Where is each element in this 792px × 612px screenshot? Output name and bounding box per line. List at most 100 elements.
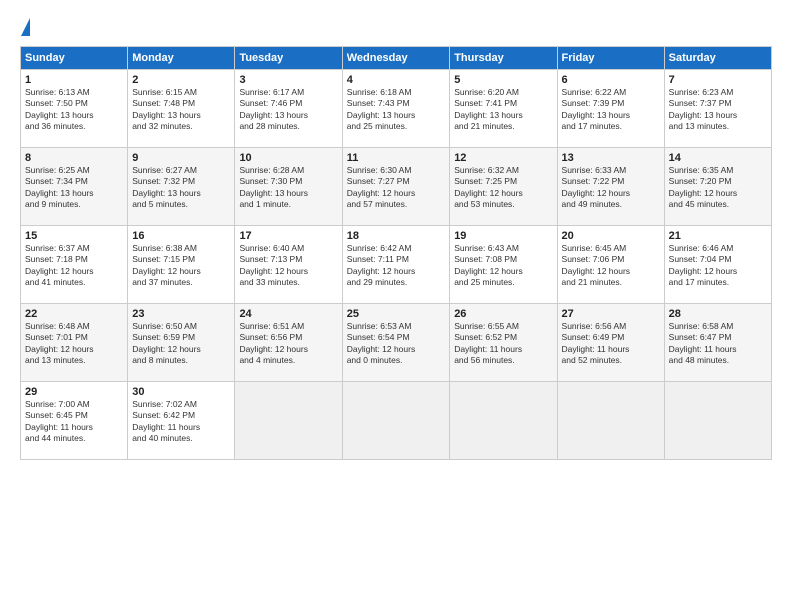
day-info: Sunrise: 6:38 AM Sunset: 7:15 PM Dayligh… [132,243,230,289]
day-info: Sunrise: 6:23 AM Sunset: 7:37 PM Dayligh… [669,87,767,133]
day-number: 18 [347,230,445,242]
day-info: Sunrise: 6:40 AM Sunset: 7:13 PM Dayligh… [239,243,337,289]
table-row: 16Sunrise: 6:38 AM Sunset: 7:15 PM Dayli… [128,226,235,304]
table-row: 26Sunrise: 6:55 AM Sunset: 6:52 PM Dayli… [450,304,557,382]
day-info: Sunrise: 6:33 AM Sunset: 7:22 PM Dayligh… [562,165,660,211]
day-number: 9 [132,152,230,164]
day-info: Sunrise: 6:32 AM Sunset: 7:25 PM Dayligh… [454,165,552,211]
day-number: 10 [239,152,337,164]
table-row: 17Sunrise: 6:40 AM Sunset: 7:13 PM Dayli… [235,226,342,304]
calendar: Sunday Monday Tuesday Wednesday Thursday… [20,46,772,460]
day-info: Sunrise: 6:55 AM Sunset: 6:52 PM Dayligh… [454,321,552,367]
day-number: 6 [562,74,660,86]
day-number: 20 [562,230,660,242]
table-row [235,382,342,460]
day-info: Sunrise: 7:02 AM Sunset: 6:42 PM Dayligh… [132,399,230,445]
table-row: 21Sunrise: 6:46 AM Sunset: 7:04 PM Dayli… [664,226,771,304]
table-row: 14Sunrise: 6:35 AM Sunset: 7:20 PM Dayli… [664,148,771,226]
day-number: 26 [454,308,552,320]
col-tuesday: Tuesday [235,47,342,70]
table-row: 22Sunrise: 6:48 AM Sunset: 7:01 PM Dayli… [21,304,128,382]
table-row: 9Sunrise: 6:27 AM Sunset: 7:32 PM Daylig… [128,148,235,226]
day-number: 28 [669,308,767,320]
calendar-header: Sunday Monday Tuesday Wednesday Thursday… [21,47,772,70]
table-row: 10Sunrise: 6:28 AM Sunset: 7:30 PM Dayli… [235,148,342,226]
day-info: Sunrise: 6:58 AM Sunset: 6:47 PM Dayligh… [669,321,767,367]
table-row: 15Sunrise: 6:37 AM Sunset: 7:18 PM Dayli… [21,226,128,304]
day-number: 16 [132,230,230,242]
table-row: 27Sunrise: 6:56 AM Sunset: 6:49 PM Dayli… [557,304,664,382]
day-number: 19 [454,230,552,242]
table-row: 18Sunrise: 6:42 AM Sunset: 7:11 PM Dayli… [342,226,449,304]
day-number: 11 [347,152,445,164]
logo [20,18,30,36]
day-number: 12 [454,152,552,164]
day-number: 30 [132,386,230,398]
col-wednesday: Wednesday [342,47,449,70]
table-row: 12Sunrise: 6:32 AM Sunset: 7:25 PM Dayli… [450,148,557,226]
day-info: Sunrise: 6:22 AM Sunset: 7:39 PM Dayligh… [562,87,660,133]
day-info: Sunrise: 6:28 AM Sunset: 7:30 PM Dayligh… [239,165,337,211]
week-row-2: 8Sunrise: 6:25 AM Sunset: 7:34 PM Daylig… [21,148,772,226]
week-row-1: 1Sunrise: 6:13 AM Sunset: 7:50 PM Daylig… [21,70,772,148]
day-number: 29 [25,386,123,398]
table-row: 6Sunrise: 6:22 AM Sunset: 7:39 PM Daylig… [557,70,664,148]
day-info: Sunrise: 6:50 AM Sunset: 6:59 PM Dayligh… [132,321,230,367]
day-info: Sunrise: 6:43 AM Sunset: 7:08 PM Dayligh… [454,243,552,289]
day-number: 15 [25,230,123,242]
table-row [664,382,771,460]
day-number: 14 [669,152,767,164]
week-row-4: 22Sunrise: 6:48 AM Sunset: 7:01 PM Dayli… [21,304,772,382]
day-number: 17 [239,230,337,242]
table-row: 8Sunrise: 6:25 AM Sunset: 7:34 PM Daylig… [21,148,128,226]
table-row: 7Sunrise: 6:23 AM Sunset: 7:37 PM Daylig… [664,70,771,148]
day-info: Sunrise: 6:53 AM Sunset: 6:54 PM Dayligh… [347,321,445,367]
table-row: 3Sunrise: 6:17 AM Sunset: 7:46 PM Daylig… [235,70,342,148]
day-number: 3 [239,74,337,86]
day-info: Sunrise: 6:37 AM Sunset: 7:18 PM Dayligh… [25,243,123,289]
day-info: Sunrise: 6:46 AM Sunset: 7:04 PM Dayligh… [669,243,767,289]
week-row-3: 15Sunrise: 6:37 AM Sunset: 7:18 PM Dayli… [21,226,772,304]
table-row: 24Sunrise: 6:51 AM Sunset: 6:56 PM Dayli… [235,304,342,382]
col-saturday: Saturday [664,47,771,70]
day-number: 1 [25,74,123,86]
day-info: Sunrise: 6:25 AM Sunset: 7:34 PM Dayligh… [25,165,123,211]
col-sunday: Sunday [21,47,128,70]
day-number: 13 [562,152,660,164]
day-number: 25 [347,308,445,320]
page: Sunday Monday Tuesday Wednesday Thursday… [0,0,792,612]
day-info: Sunrise: 6:48 AM Sunset: 7:01 PM Dayligh… [25,321,123,367]
day-info: Sunrise: 6:20 AM Sunset: 7:41 PM Dayligh… [454,87,552,133]
day-info: Sunrise: 6:35 AM Sunset: 7:20 PM Dayligh… [669,165,767,211]
table-row: 20Sunrise: 6:45 AM Sunset: 7:06 PM Dayli… [557,226,664,304]
day-info: Sunrise: 6:15 AM Sunset: 7:48 PM Dayligh… [132,87,230,133]
week-row-5: 29Sunrise: 7:00 AM Sunset: 6:45 PM Dayli… [21,382,772,460]
day-info: Sunrise: 6:51 AM Sunset: 6:56 PM Dayligh… [239,321,337,367]
day-info: Sunrise: 6:45 AM Sunset: 7:06 PM Dayligh… [562,243,660,289]
table-row: 23Sunrise: 6:50 AM Sunset: 6:59 PM Dayli… [128,304,235,382]
day-number: 7 [669,74,767,86]
day-info: Sunrise: 6:56 AM Sunset: 6:49 PM Dayligh… [562,321,660,367]
table-row: 13Sunrise: 6:33 AM Sunset: 7:22 PM Dayli… [557,148,664,226]
day-number: 24 [239,308,337,320]
table-row: 29Sunrise: 7:00 AM Sunset: 6:45 PM Dayli… [21,382,128,460]
table-row: 5Sunrise: 6:20 AM Sunset: 7:41 PM Daylig… [450,70,557,148]
table-row: 30Sunrise: 7:02 AM Sunset: 6:42 PM Dayli… [128,382,235,460]
day-info: Sunrise: 6:42 AM Sunset: 7:11 PM Dayligh… [347,243,445,289]
table-row: 11Sunrise: 6:30 AM Sunset: 7:27 PM Dayli… [342,148,449,226]
day-info: Sunrise: 6:17 AM Sunset: 7:46 PM Dayligh… [239,87,337,133]
day-number: 5 [454,74,552,86]
day-number: 21 [669,230,767,242]
table-row [557,382,664,460]
col-thursday: Thursday [450,47,557,70]
day-number: 23 [132,308,230,320]
table-row: 4Sunrise: 6:18 AM Sunset: 7:43 PM Daylig… [342,70,449,148]
day-info: Sunrise: 7:00 AM Sunset: 6:45 PM Dayligh… [25,399,123,445]
header-row: Sunday Monday Tuesday Wednesday Thursday… [21,47,772,70]
col-monday: Monday [128,47,235,70]
day-info: Sunrise: 6:27 AM Sunset: 7:32 PM Dayligh… [132,165,230,211]
header [20,18,772,36]
day-number: 22 [25,308,123,320]
table-row: 1Sunrise: 6:13 AM Sunset: 7:50 PM Daylig… [21,70,128,148]
logo-triangle-icon [21,18,30,36]
